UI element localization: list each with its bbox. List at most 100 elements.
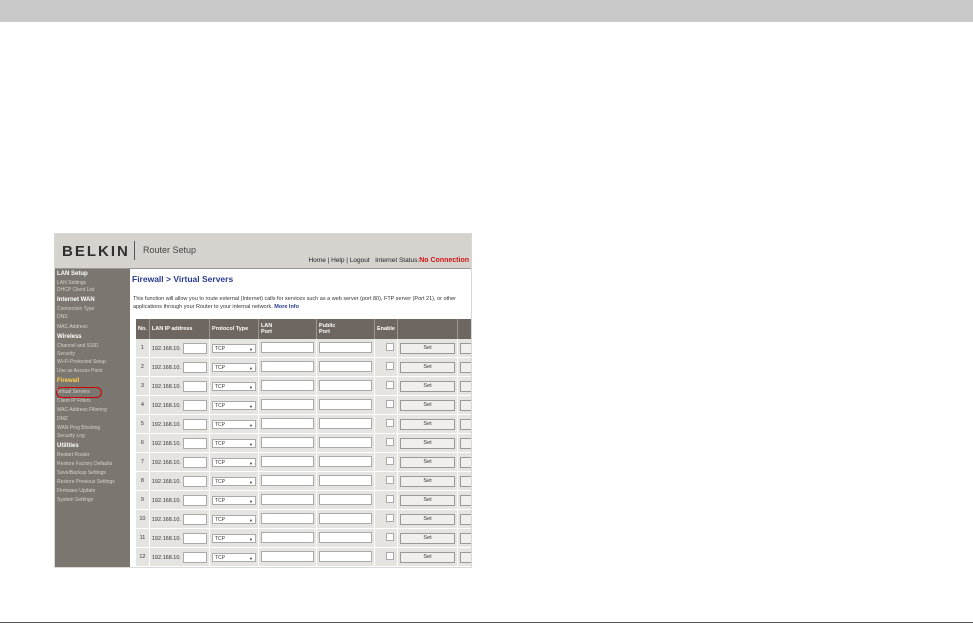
set-button[interactable]: Set: [399, 551, 455, 563]
sidebar-item-mac-filtering[interactable]: MAC Address Filtering: [57, 407, 107, 413]
protocol-select[interactable]: TCP ▼: [211, 362, 256, 372]
lan-port-input[interactable]: [260, 417, 314, 429]
public-port-input[interactable]: [318, 474, 372, 486]
protocol-select[interactable]: TCP ▼: [211, 457, 256, 467]
ip-last-octet-input[interactable]: [182, 380, 207, 392]
enable-checkbox[interactable]: [385, 362, 394, 370]
clear-button[interactable]: Clear: [459, 361, 471, 373]
sidebar-item-dns[interactable]: DNS: [57, 314, 68, 320]
logout-link[interactable]: Logout: [350, 257, 370, 264]
protocol-select[interactable]: TCP ▼: [211, 514, 256, 524]
lan-port-input[interactable]: [260, 360, 314, 372]
ip-last-octet-input[interactable]: [182, 551, 207, 563]
set-button[interactable]: Set: [399, 513, 455, 525]
protocol-select[interactable]: TCP ▼: [211, 476, 256, 486]
enable-checkbox[interactable]: [385, 457, 394, 465]
sidebar-item-use-as-ap[interactable]: Use as Access Point: [57, 368, 103, 374]
set-button[interactable]: Set: [399, 494, 455, 506]
sidebar-item-dhcp-client-list[interactable]: DHCP Client List: [57, 287, 94, 293]
protocol-select[interactable]: TCP ▼: [211, 552, 256, 562]
lan-port-input[interactable]: [260, 379, 314, 391]
protocol-select[interactable]: TCP ▼: [211, 419, 256, 429]
public-port-input[interactable]: [318, 341, 372, 353]
home-link[interactable]: Home: [308, 257, 325, 264]
lan-port-input[interactable]: [260, 455, 314, 467]
lan-port-input[interactable]: [260, 398, 314, 410]
clear-button[interactable]: Clear: [459, 494, 471, 506]
sidebar-item-restart-router[interactable]: Restart Router: [57, 452, 90, 458]
clear-button[interactable]: Clear: [459, 380, 471, 392]
set-button[interactable]: Set: [399, 418, 455, 430]
sidebar-item-security[interactable]: Security: [57, 351, 75, 357]
sidebar-item-save-backup[interactable]: Save/Backup Settings: [57, 470, 106, 476]
protocol-select[interactable]: TCP ▼: [211, 400, 256, 410]
public-port-input[interactable]: [318, 436, 372, 448]
sidebar-item-dmz[interactable]: DMZ: [57, 416, 68, 422]
public-port-input[interactable]: [318, 360, 372, 372]
sidebar-item-security-log[interactable]: Security Log: [57, 433, 85, 439]
lan-port-input[interactable]: [260, 512, 314, 524]
enable-checkbox[interactable]: [385, 419, 394, 427]
ip-last-octet-input[interactable]: [182, 456, 207, 468]
lan-port-input[interactable]: [260, 531, 314, 543]
clear-button[interactable]: Clear: [459, 513, 471, 525]
ip-last-octet-input[interactable]: [182, 361, 207, 373]
help-link[interactable]: Help: [331, 257, 344, 264]
set-button[interactable]: Set: [399, 437, 455, 449]
sidebar-item-virtual-servers[interactable]: Virtual Servers: [57, 389, 90, 395]
enable-checkbox[interactable]: [385, 533, 394, 541]
sidebar-item-restore-previous[interactable]: Restore Previous Settings: [57, 479, 115, 485]
ip-last-octet-input[interactable]: [182, 494, 207, 506]
lan-port-input[interactable]: [260, 550, 314, 562]
lan-port-input[interactable]: [260, 493, 314, 505]
ip-last-octet-input[interactable]: [182, 532, 207, 544]
clear-button[interactable]: Clear: [459, 532, 471, 544]
enable-checkbox[interactable]: [385, 381, 394, 389]
clear-button[interactable]: Clear: [459, 456, 471, 468]
set-button[interactable]: Set: [399, 532, 455, 544]
public-port-input[interactable]: [318, 455, 372, 467]
sidebar-heading-utilities[interactable]: Utilities: [57, 443, 79, 449]
sidebar-item-connection-type[interactable]: Connection Type: [57, 306, 94, 312]
lan-port-input[interactable]: [260, 436, 314, 448]
clear-button[interactable]: Clear: [459, 342, 471, 354]
public-port-input[interactable]: [318, 417, 372, 429]
public-port-input[interactable]: [318, 493, 372, 505]
clear-button[interactable]: Clear: [459, 437, 471, 449]
set-button[interactable]: Set: [399, 361, 455, 373]
ip-last-octet-input[interactable]: [182, 513, 207, 525]
set-button[interactable]: Set: [399, 475, 455, 487]
sidebar-item-firmware-update[interactable]: Firmware Update: [57, 488, 95, 494]
protocol-select[interactable]: TCP ▼: [211, 381, 256, 391]
more-info-link[interactable]: More Info: [274, 304, 299, 310]
sidebar-item-restore-defaults[interactable]: Restore Factory Defaults: [57, 461, 112, 467]
clear-button[interactable]: Clear: [459, 551, 471, 563]
clear-button[interactable]: Clear: [459, 475, 471, 487]
sidebar-item-lan-settings[interactable]: LAN Settings: [57, 280, 86, 286]
enable-checkbox[interactable]: [385, 343, 394, 351]
ip-last-octet-input[interactable]: [182, 418, 207, 430]
enable-checkbox[interactable]: [385, 400, 394, 408]
public-port-input[interactable]: [318, 531, 372, 543]
public-port-input[interactable]: [318, 550, 372, 562]
enable-checkbox[interactable]: [385, 438, 394, 446]
set-button[interactable]: Set: [399, 456, 455, 468]
sidebar-item-system-settings[interactable]: System Settings: [57, 497, 93, 503]
public-port-input[interactable]: [318, 398, 372, 410]
ip-last-octet-input[interactable]: [182, 342, 207, 354]
sidebar-item-client-ip-filters[interactable]: Client IP Filters: [57, 398, 91, 404]
enable-checkbox[interactable]: [385, 514, 394, 522]
set-button[interactable]: Set: [399, 399, 455, 411]
clear-button[interactable]: Clear: [459, 399, 471, 411]
protocol-select[interactable]: TCP ▼: [211, 533, 256, 543]
clear-button[interactable]: Clear: [459, 418, 471, 430]
sidebar-heading-internet-wan[interactable]: Internet WAN: [57, 297, 95, 303]
sidebar-item-wifi-protected[interactable]: Wi-Fi Protected Setup: [57, 359, 106, 365]
ip-last-octet-input[interactable]: [182, 475, 207, 487]
sidebar-heading-firewall[interactable]: Firewall: [57, 378, 79, 384]
sidebar-heading-wireless[interactable]: Wireless: [57, 334, 82, 340]
lan-port-input[interactable]: [260, 474, 314, 486]
public-port-input[interactable]: [318, 379, 372, 391]
sidebar-heading-lan[interactable]: LAN Setup: [57, 271, 88, 277]
enable-checkbox[interactable]: [385, 495, 394, 503]
